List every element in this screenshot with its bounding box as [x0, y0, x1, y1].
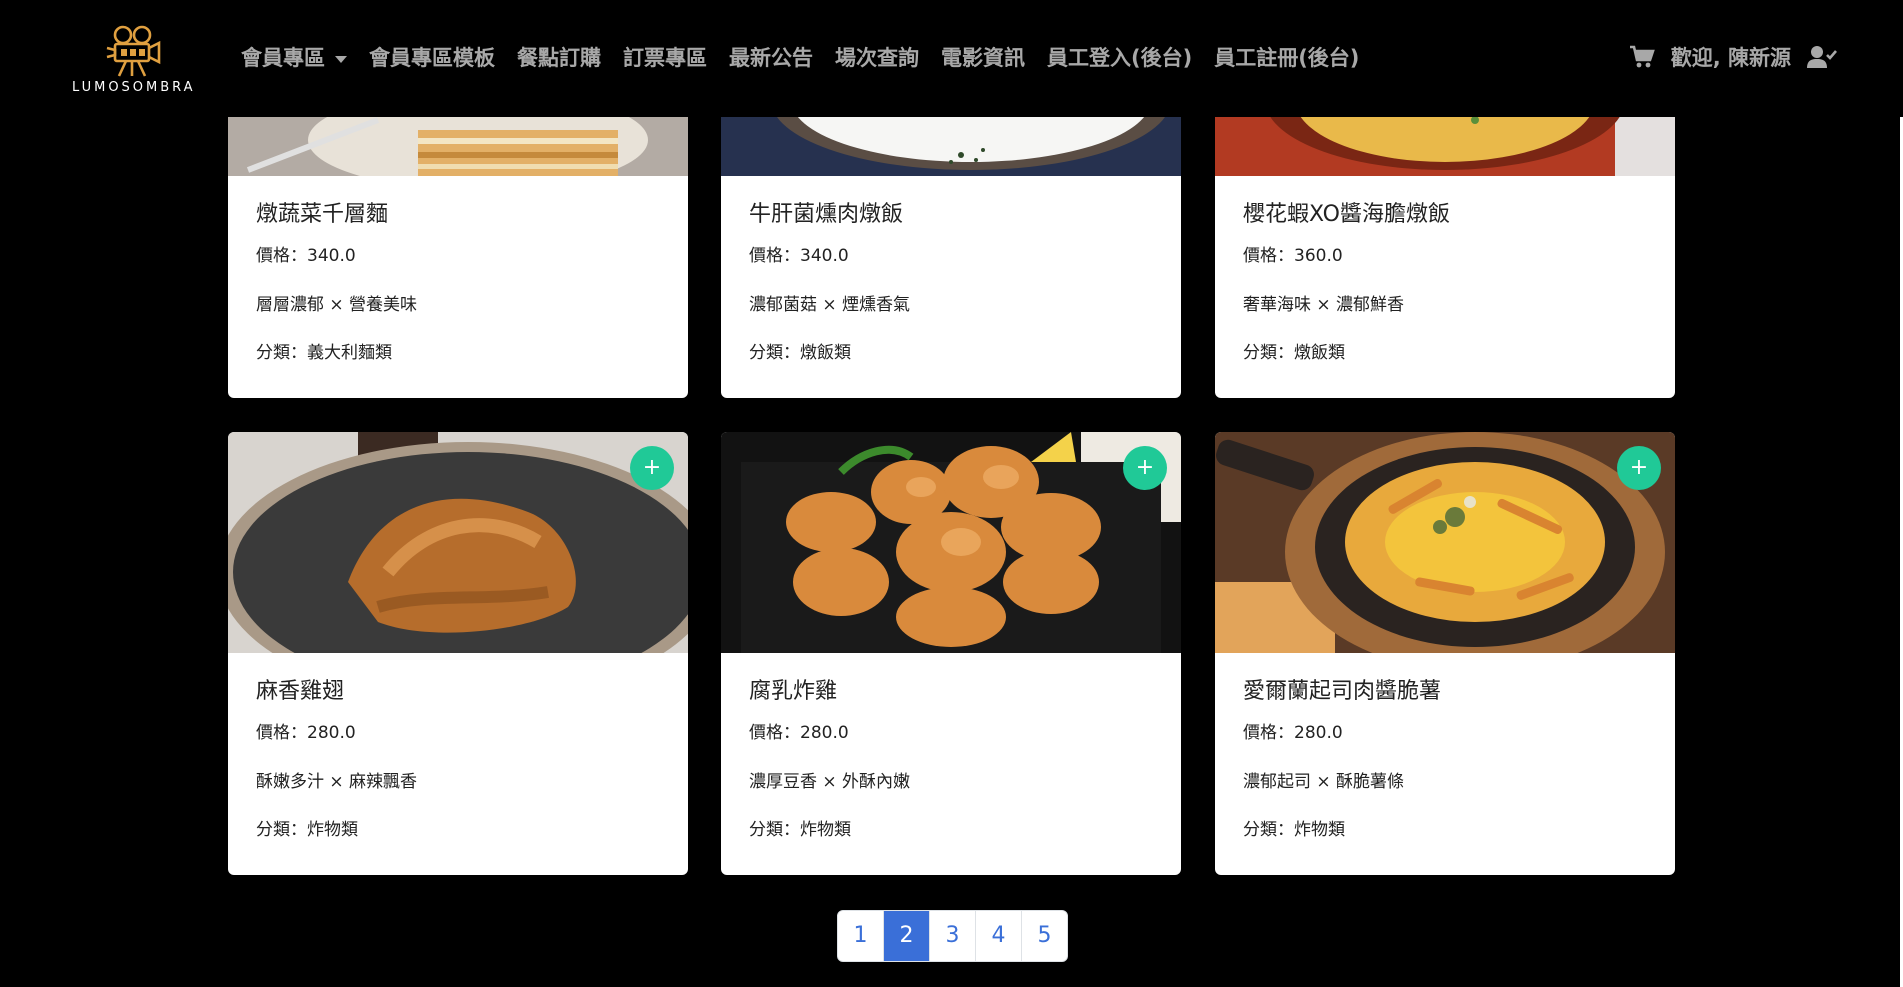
product-category: 分類：義大利麵類 [256, 343, 392, 364]
nav-meal-order[interactable]: 餐點訂購 [506, 42, 612, 72]
card-body: 腐乳炸雞 價格：280.0 濃厚豆香 × 外酥內嫩 分類：炸物類 [721, 653, 1181, 841]
page-link-2-active[interactable]: 2 [883, 911, 929, 961]
product-price: 價格：280.0 [256, 723, 356, 744]
product-category: 分類：炸物類 [749, 820, 851, 841]
product-category: 分類：炸物類 [1243, 820, 1345, 841]
card-body: 燉蔬菜千層麵 價格：340.0 層層濃郁 × 營養美味 分類：義大利麵類 [228, 176, 688, 364]
nav-staff-login[interactable]: 員工登入(後台) [1036, 42, 1203, 72]
page-link-1[interactable]: 1 [838, 911, 883, 961]
card-body: 櫻花蝦XO醬海膽燉飯 價格：360.0 奢華海味 × 濃郁鮮香 分類：燉飯類 [1215, 176, 1675, 364]
product-name: 愛爾蘭起司肉醬脆薯 [1243, 679, 1442, 704]
product-image: + [228, 432, 688, 653]
caret-down-icon [335, 55, 347, 63]
nav-right: 歡迎, 陳新源 [1629, 42, 1837, 72]
card-body: 愛爾蘭起司肉醬脆薯 價格：280.0 濃郁起司 × 酥脆薯條 分類：炸物類 [1215, 653, 1675, 841]
product-price: 價格：280.0 [749, 723, 849, 744]
page-link-4[interactable]: 4 [975, 911, 1021, 961]
product-card[interactable]: + 腐乳炸雞 價格：280.0 濃厚豆香 × 外酥內嫩 分類：炸物類 [721, 432, 1181, 875]
add-to-cart-button[interactable]: + [1617, 446, 1661, 490]
nav-movie-info[interactable]: 電影資訊 [930, 42, 1036, 72]
page-link-3[interactable]: 3 [929, 911, 975, 961]
nav-member-template[interactable]: 會員專區模板 [358, 42, 506, 72]
card-body: 牛肝菌燻肉燉飯 價格：340.0 濃郁菌菇 × 煙燻香氣 分類：燉飯類 [721, 176, 1181, 364]
welcome-text[interactable]: 歡迎, 陳新源 [1671, 42, 1791, 72]
product-price: 價格：340.0 [749, 246, 849, 267]
product-description: 層層濃郁 × 營養美味 [256, 294, 418, 315]
product-category: 分類：炸物類 [256, 820, 358, 841]
nav-member-area[interactable]: 會員專區 [230, 42, 358, 72]
product-name: 燉蔬菜千層麵 [256, 202, 389, 227]
product-price: 價格：280.0 [1243, 723, 1343, 744]
product-name: 櫻花蝦XO醬海膽燉飯 [1243, 202, 1450, 227]
product-price: 價格：340.0 [256, 246, 356, 267]
product-price: 價格：360.0 [1243, 246, 1343, 267]
nav-member-area-label: 會員專區 [241, 46, 325, 70]
product-card[interactable]: + 麻香雞翅 價格：280.0 酥嫩多汁 × 麻辣飄香 分類：炸物類 [228, 432, 688, 875]
product-category: 分類：燉飯類 [749, 343, 851, 364]
nav-ticket-booking[interactable]: 訂票專區 [612, 42, 718, 72]
brand-name: LUMOSOMBRA [72, 80, 196, 95]
product-description: 酥嫩多汁 × 麻辣飄香 [256, 771, 418, 792]
nav-announcements[interactable]: 最新公告 [718, 42, 824, 72]
product-card[interactable]: + 愛爾蘭起司肉醬脆薯 價格：280.0 濃郁起司 × 酥脆薯條 分類：炸物類 [1215, 432, 1675, 875]
product-description: 奢華海味 × 濃郁鮮香 [1243, 294, 1405, 315]
card-body: 麻香雞翅 價格：280.0 酥嫩多汁 × 麻辣飄香 分類：炸物類 [228, 653, 688, 841]
add-to-cart-button[interactable]: + [1123, 446, 1167, 490]
brand-logo[interactable]: LUMOSOMBRA [72, 22, 196, 102]
page-link-5[interactable]: 5 [1021, 911, 1067, 961]
add-to-cart-button[interactable]: + [630, 446, 674, 490]
pagination: 1 2 3 4 5 [837, 910, 1068, 962]
nav-staff-register[interactable]: 員工註冊(後台) [1203, 42, 1370, 72]
product-image: + [1215, 432, 1675, 653]
product-image: + [721, 432, 1181, 653]
product-category: 分類：燉飯類 [1243, 343, 1345, 364]
product-description: 濃郁菌菇 × 煙燻香氣 [749, 294, 911, 315]
product-description: 濃郁起司 × 酥脆薯條 [1243, 771, 1405, 792]
film-camera-icon [106, 25, 161, 77]
product-name: 牛肝菌燻肉燉飯 [749, 202, 904, 227]
nav-showtimes[interactable]: 場次查詢 [824, 42, 930, 72]
product-name: 麻香雞翅 [256, 679, 345, 704]
product-description: 濃厚豆香 × 外酥內嫩 [749, 771, 911, 792]
product-name: 腐乳炸雞 [749, 679, 838, 704]
nav-links: 會員專區 會員專區模板 餐點訂購 訂票專區 最新公告 場次查詢 電影資訊 員工登… [230, 42, 1370, 72]
navbar: LUMOSOMBRA 會員專區 會員專區模板 餐點訂購 訂票專區 最新公告 場次… [0, 0, 1903, 117]
user-check-icon[interactable] [1807, 45, 1837, 69]
cart-icon[interactable] [1629, 45, 1655, 69]
